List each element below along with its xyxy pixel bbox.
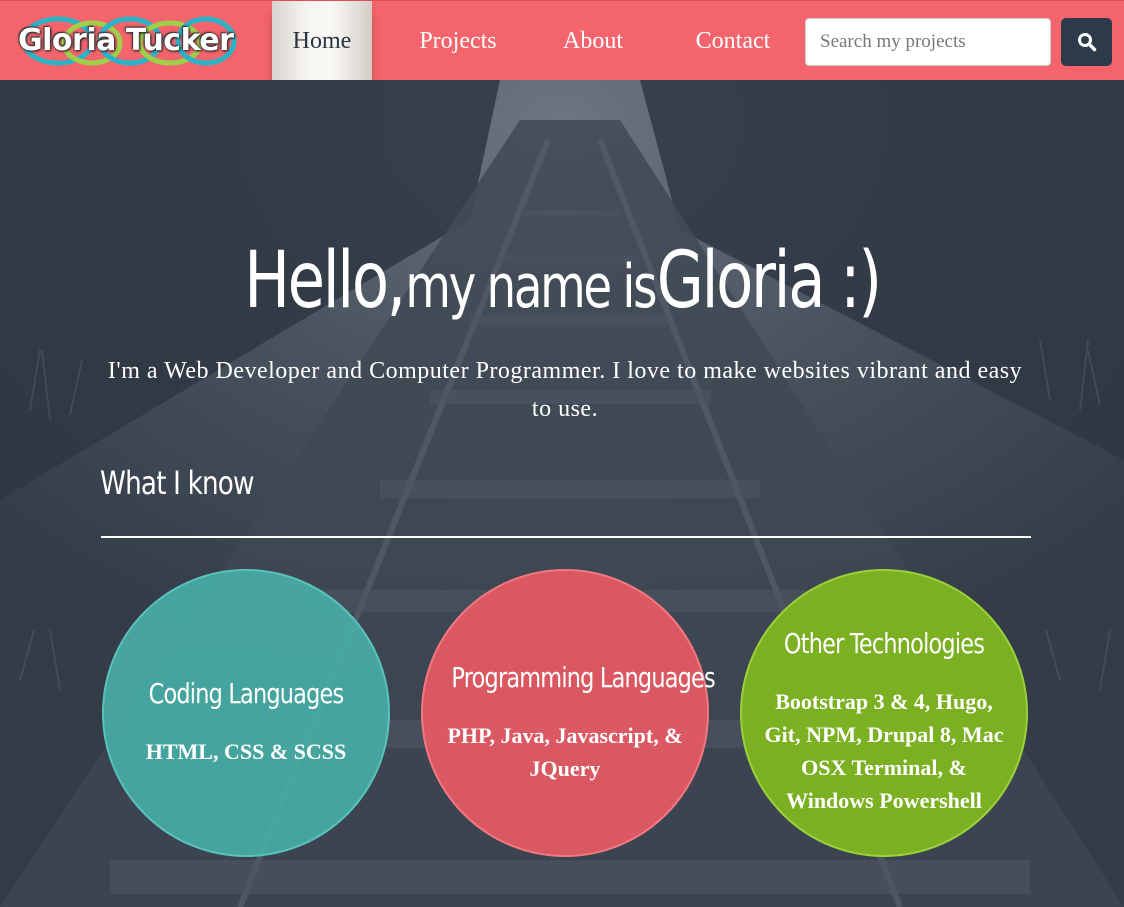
skill-card-title: Coding Languages	[148, 677, 345, 710]
skills-heading: What I know	[100, 464, 255, 502]
skill-card-body: HTML, CSS & SCSS	[145, 739, 347, 764]
hero-tagline: I'm a Web Developer and Computer Program…	[107, 358, 1023, 422]
navbar: Gloria Tucker Home Projects About Contac…	[0, 0, 1124, 81]
skill-card-body: Bootstrap 3 & 4, Hugo, Git, NPM, Drupal …	[764, 689, 1004, 813]
nav-about[interactable]: About	[552, 1, 634, 81]
headline-my-name-is: my name is	[405, 252, 657, 322]
site-logo[interactable]: Gloria Tucker	[10, 13, 246, 71]
skill-card-title: Other Technologies	[783, 627, 985, 660]
skill-card-title: Programming Languages	[451, 661, 715, 694]
skill-card-body: PHP, Java, Javascript, & JQuery	[447, 723, 683, 781]
search-input[interactable]	[805, 18, 1051, 66]
hero-headline: Hello, my name is Gloria :)	[124, 236, 1001, 326]
nav-projects[interactable]: Projects	[410, 1, 506, 81]
headline-name: Gloria :)	[656, 236, 882, 326]
nav-home[interactable]: Home	[272, 1, 372, 81]
skills-divider	[101, 536, 1031, 538]
skill-card-programming-languages: Programming Languages PHP, Java, Javascr…	[421, 569, 716, 857]
hero-section: Hello, my name is Gloria :) I'm a Web De…	[0, 80, 1124, 907]
nav-contact[interactable]: Contact	[683, 1, 783, 81]
logo-text: Gloria Tucker	[18, 23, 234, 58]
skill-card-coding-languages: Coding Languages HTML, CSS & SCSS	[102, 569, 390, 857]
search-icon	[1077, 33, 1096, 52]
search-button[interactable]	[1061, 18, 1112, 66]
skill-card-other-technologies: Other Technologies Bootstrap 3 & 4, Hugo…	[740, 569, 1028, 857]
headline-hello: Hello,	[244, 236, 406, 326]
